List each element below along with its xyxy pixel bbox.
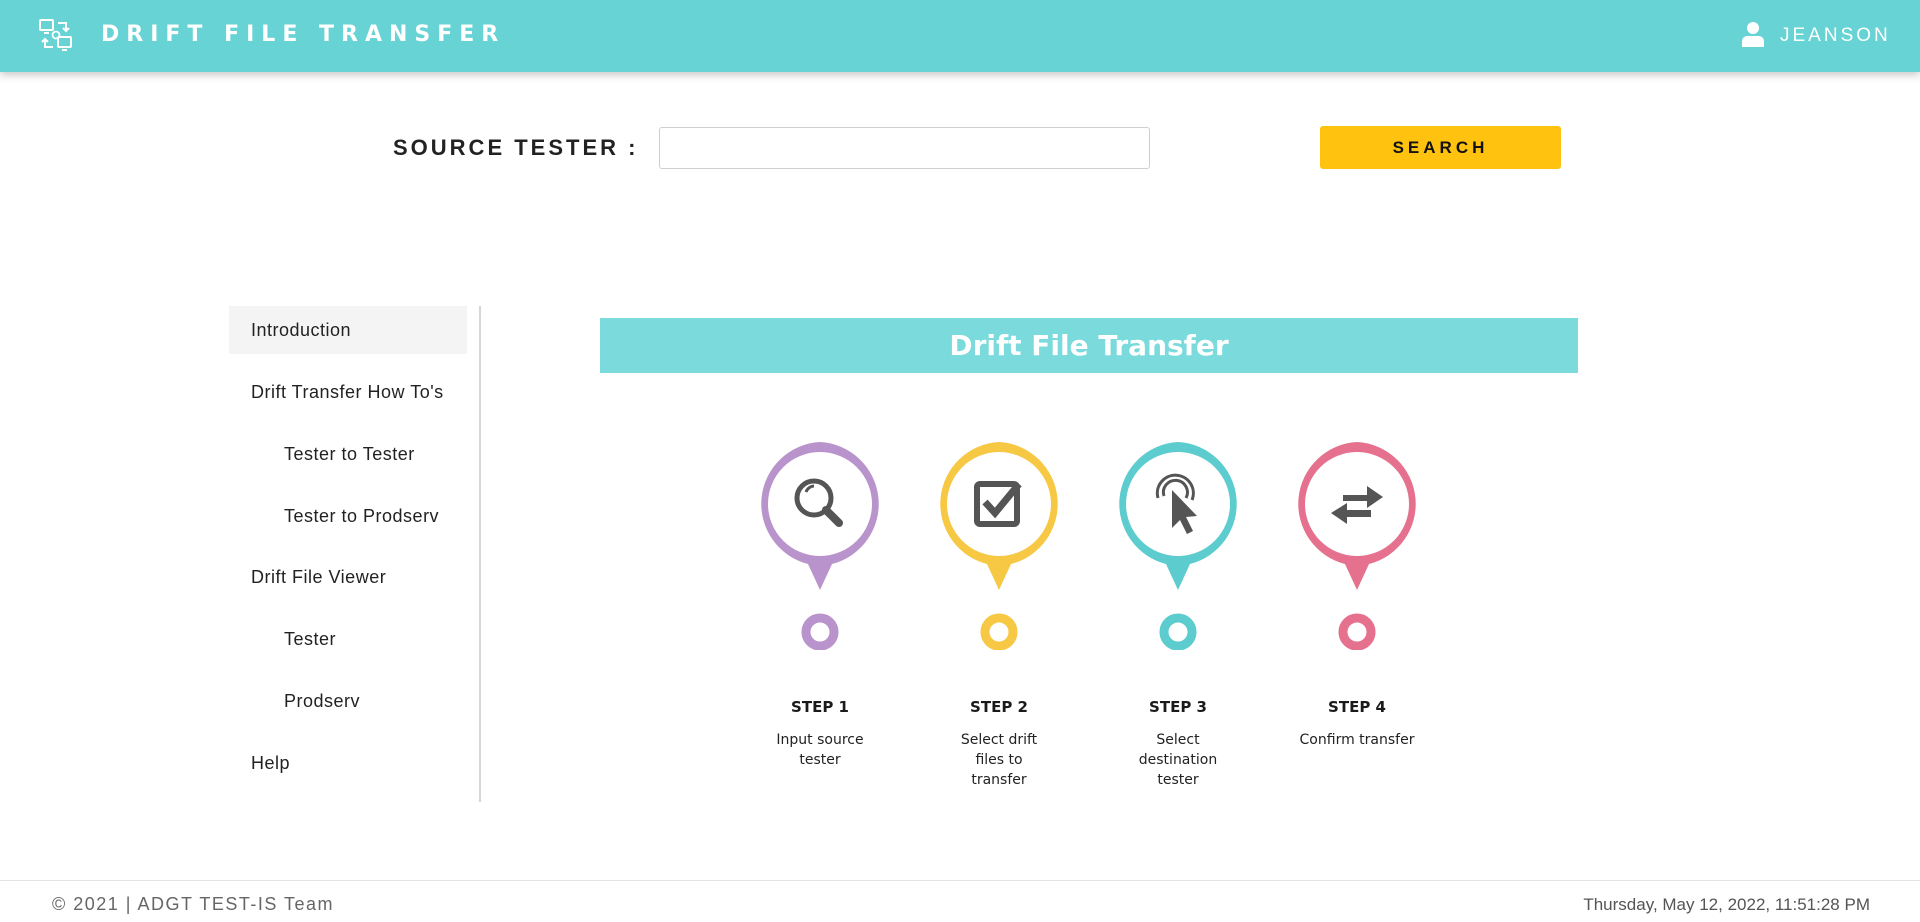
step-1: STEP 1 Input source tester <box>730 440 910 790</box>
app-title: DRIFT FILE TRANSFER <box>101 22 506 47</box>
step-2: STEP 2 Select drift files to transfer <box>909 440 1089 790</box>
sidebar-item-tester-to-prodserv[interactable]: Tester to Prodserv <box>229 492 467 540</box>
step-title: STEP 2 <box>970 698 1028 716</box>
source-tester-input[interactable] <box>659 127 1150 169</box>
sidebar-item-introduction[interactable]: Introduction <box>229 306 467 354</box>
search-button[interactable]: SEARCH <box>1320 126 1561 169</box>
step-1-marker <box>761 442 879 650</box>
step-description: Select destination tester <box>1138 732 1218 788</box>
sidebar-item-help[interactable]: Help <box>229 739 467 787</box>
sidebar-item-tester-to-tester[interactable]: Tester to Tester <box>229 430 467 478</box>
step-title: STEP 3 <box>1149 698 1207 716</box>
step-description: Input source tester <box>776 732 864 768</box>
transfer-devices-icon <box>39 19 72 51</box>
sidebar-item-drift-file-viewer[interactable]: Drift File Viewer <box>229 553 467 601</box>
banner-title: Drift File Transfer <box>949 329 1229 362</box>
step-description: Confirm transfer <box>1299 732 1415 748</box>
content-banner: Drift File Transfer <box>600 318 1578 373</box>
current-datetime: Thursday, May 12, 2022, 11:51:28 PM <box>1583 895 1870 914</box>
source-tester-label: SOURCE TESTER : <box>393 135 639 160</box>
step-3-marker <box>1119 442 1237 650</box>
username-label[interactable]: JEANSON <box>1780 25 1891 47</box>
step-title: STEP 1 <box>791 698 849 716</box>
footer: © 2021 | ADGT TEST-IS Team Thursday, May… <box>0 880 1920 922</box>
top-bar: DRIFT FILE TRANSFER JEANSON <box>0 0 1920 72</box>
user-icon[interactable] <box>1742 21 1764 47</box>
sidebar-item-prodserv[interactable]: Prodserv <box>229 677 467 725</box>
step-2-marker <box>940 442 1058 650</box>
step-4-marker <box>1298 442 1416 650</box>
sidebar: Introduction Drift Transfer How To's Tes… <box>229 306 481 802</box>
sidebar-item-tester[interactable]: Tester <box>229 615 467 663</box>
sidebar-item-how-tos[interactable]: Drift Transfer How To's <box>229 368 467 416</box>
step-4: STEP 4 Confirm transfer <box>1267 440 1447 790</box>
step-description: Select drift files to transfer <box>960 732 1038 788</box>
copyright-text: © 2021 | ADGT TEST-IS Team <box>52 894 335 914</box>
step-title: STEP 4 <box>1328 698 1386 716</box>
step-3: STEP 3 Select destination tester <box>1088 440 1268 790</box>
